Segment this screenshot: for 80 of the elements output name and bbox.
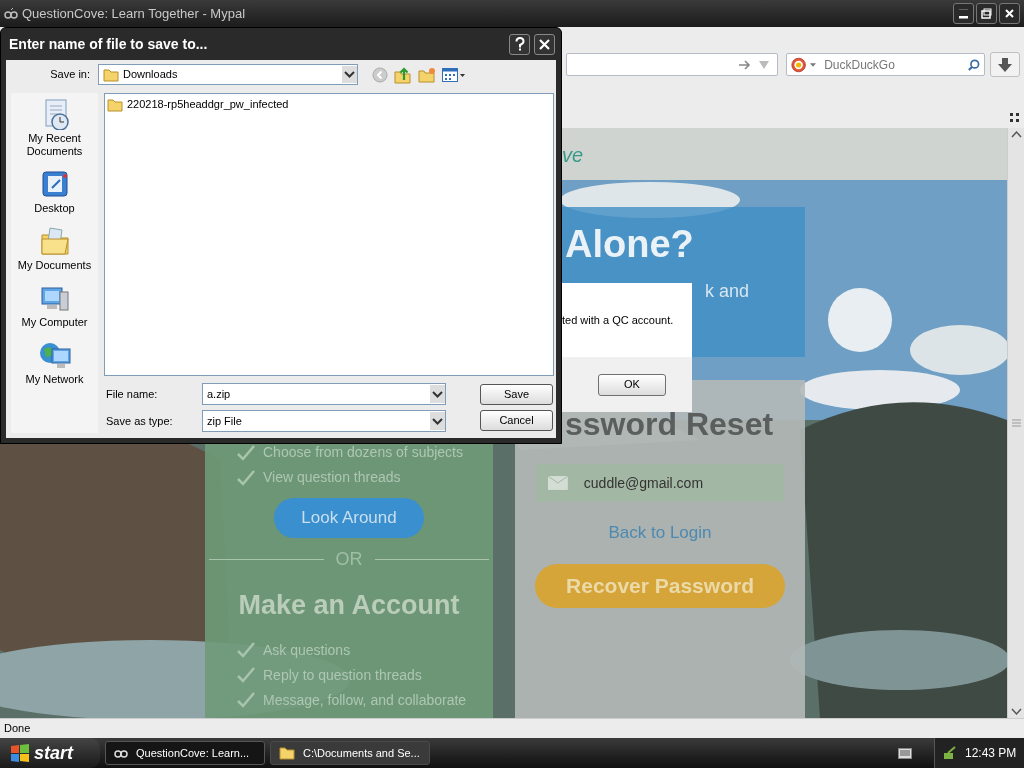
help-icon bbox=[514, 37, 525, 51]
logo-text: ve bbox=[562, 143, 584, 168]
window-title: QuestionCove: Learn Together - Mypal bbox=[22, 4, 246, 23]
hero-text: k and bbox=[705, 280, 750, 303]
place-link[interactable]: My Recent Documents bbox=[14, 132, 95, 158]
minimize-button[interactable] bbox=[953, 3, 974, 24]
search-icon[interactable] bbox=[968, 57, 980, 72]
dropdown-icon[interactable] bbox=[342, 66, 357, 83]
save-in-dropdown[interactable]: Downloads bbox=[98, 64, 358, 85]
feature-text: Ask questions bbox=[263, 640, 351, 660]
place-link[interactable]: My Computer bbox=[14, 316, 95, 329]
alert-message: ted with a QC account. bbox=[562, 312, 674, 328]
dialog-title: Enter name of file to save to... bbox=[9, 34, 208, 54]
status-text: Done bbox=[4, 721, 31, 737]
place-link[interactable]: My Network bbox=[14, 373, 95, 386]
email-field[interactable]: cuddle@gmail.com bbox=[536, 464, 784, 502]
download-button[interactable] bbox=[990, 52, 1020, 77]
check-icon bbox=[237, 642, 255, 658]
email-input[interactable]: cuddle@gmail.com bbox=[583, 472, 772, 494]
check-icon bbox=[237, 444, 255, 461]
folder-icon bbox=[103, 67, 119, 82]
feature-text: View question threads bbox=[263, 468, 401, 487]
mail-icon bbox=[548, 476, 568, 490]
browser-logo-icon bbox=[114, 747, 128, 759]
taskbar-button[interactable]: C:\Documents and Se... bbox=[270, 741, 430, 765]
scroll-grip-icon[interactable] bbox=[1009, 419, 1023, 427]
views-menu-icon[interactable] bbox=[442, 67, 466, 82]
close-button[interactable] bbox=[534, 33, 555, 55]
close-button[interactable] bbox=[999, 3, 1020, 24]
grid-icon[interactable] bbox=[1010, 113, 1019, 122]
close-icon bbox=[539, 38, 550, 50]
dropdown-icon[interactable] bbox=[430, 412, 445, 430]
scroll-down-icon[interactable] bbox=[1009, 706, 1023, 718]
up-folder-icon[interactable] bbox=[394, 65, 412, 84]
caret-icon[interactable] bbox=[810, 62, 817, 67]
check-icon bbox=[237, 469, 255, 486]
keyboard-icon[interactable] bbox=[898, 747, 912, 759]
duck-logo-icon[interactable] bbox=[791, 55, 807, 74]
search-field[interactable]: DuckDuckGo bbox=[786, 53, 985, 76]
scrollbar[interactable] bbox=[1007, 128, 1024, 718]
file-name-input[interactable]: a.zip bbox=[203, 385, 430, 403]
place-link[interactable]: My Documents bbox=[14, 259, 95, 272]
feature-text: Reply to question threads bbox=[263, 665, 422, 685]
close-icon bbox=[1004, 8, 1015, 19]
place-link[interactable]: Desktop bbox=[14, 202, 95, 215]
reset-heading: ssword Reset bbox=[565, 406, 774, 442]
clock: 12:43 PM bbox=[965, 745, 1017, 762]
cancel-button[interactable]: Cancel bbox=[480, 410, 553, 431]
scroll-up-icon[interactable] bbox=[1009, 128, 1023, 140]
feature-text: Choose from dozens of subjects bbox=[263, 443, 463, 462]
field-label: Save as type: bbox=[106, 413, 174, 429]
network-icon[interactable] bbox=[943, 746, 957, 760]
signup-heading: Make an Account bbox=[238, 589, 460, 622]
ok-button[interactable]: OK bbox=[598, 373, 666, 396]
hero-heading: Alone? bbox=[565, 222, 694, 267]
folder-icon bbox=[279, 746, 295, 760]
maximize-icon bbox=[981, 8, 992, 19]
dropdown-icon[interactable] bbox=[430, 385, 445, 403]
go-arrow-icon[interactable] bbox=[739, 59, 751, 70]
taskbar-button[interactable]: QuestionCove: Learn... bbox=[105, 741, 265, 765]
check-icon bbox=[237, 692, 255, 708]
file-name-field[interactable]: a.zip bbox=[202, 383, 446, 405]
windows-logo-icon bbox=[10, 744, 30, 762]
file-item[interactable]: 220218-rp5headdgr_pw_infected bbox=[107, 96, 551, 113]
help-button[interactable] bbox=[509, 33, 530, 55]
file-type-dropdown[interactable]: zip File bbox=[202, 410, 446, 432]
browser-logo-icon bbox=[4, 7, 18, 20]
download-icon bbox=[998, 57, 1012, 72]
save-in-label: Save in: bbox=[49, 67, 91, 83]
field-label: File name: bbox=[106, 386, 159, 402]
maximize-button[interactable] bbox=[976, 3, 997, 24]
folder-icon bbox=[107, 97, 123, 112]
save-button[interactable]: Save bbox=[480, 384, 553, 405]
search-input[interactable]: DuckDuckGo bbox=[824, 55, 965, 74]
check-icon bbox=[237, 667, 255, 683]
address-field[interactable] bbox=[566, 53, 778, 76]
file-type-value[interactable]: zip File bbox=[203, 412, 430, 430]
start-button[interactable]: start bbox=[0, 738, 100, 768]
feature-text: Message, follow, and collaborate bbox=[263, 690, 467, 710]
minimize-icon bbox=[958, 8, 969, 19]
